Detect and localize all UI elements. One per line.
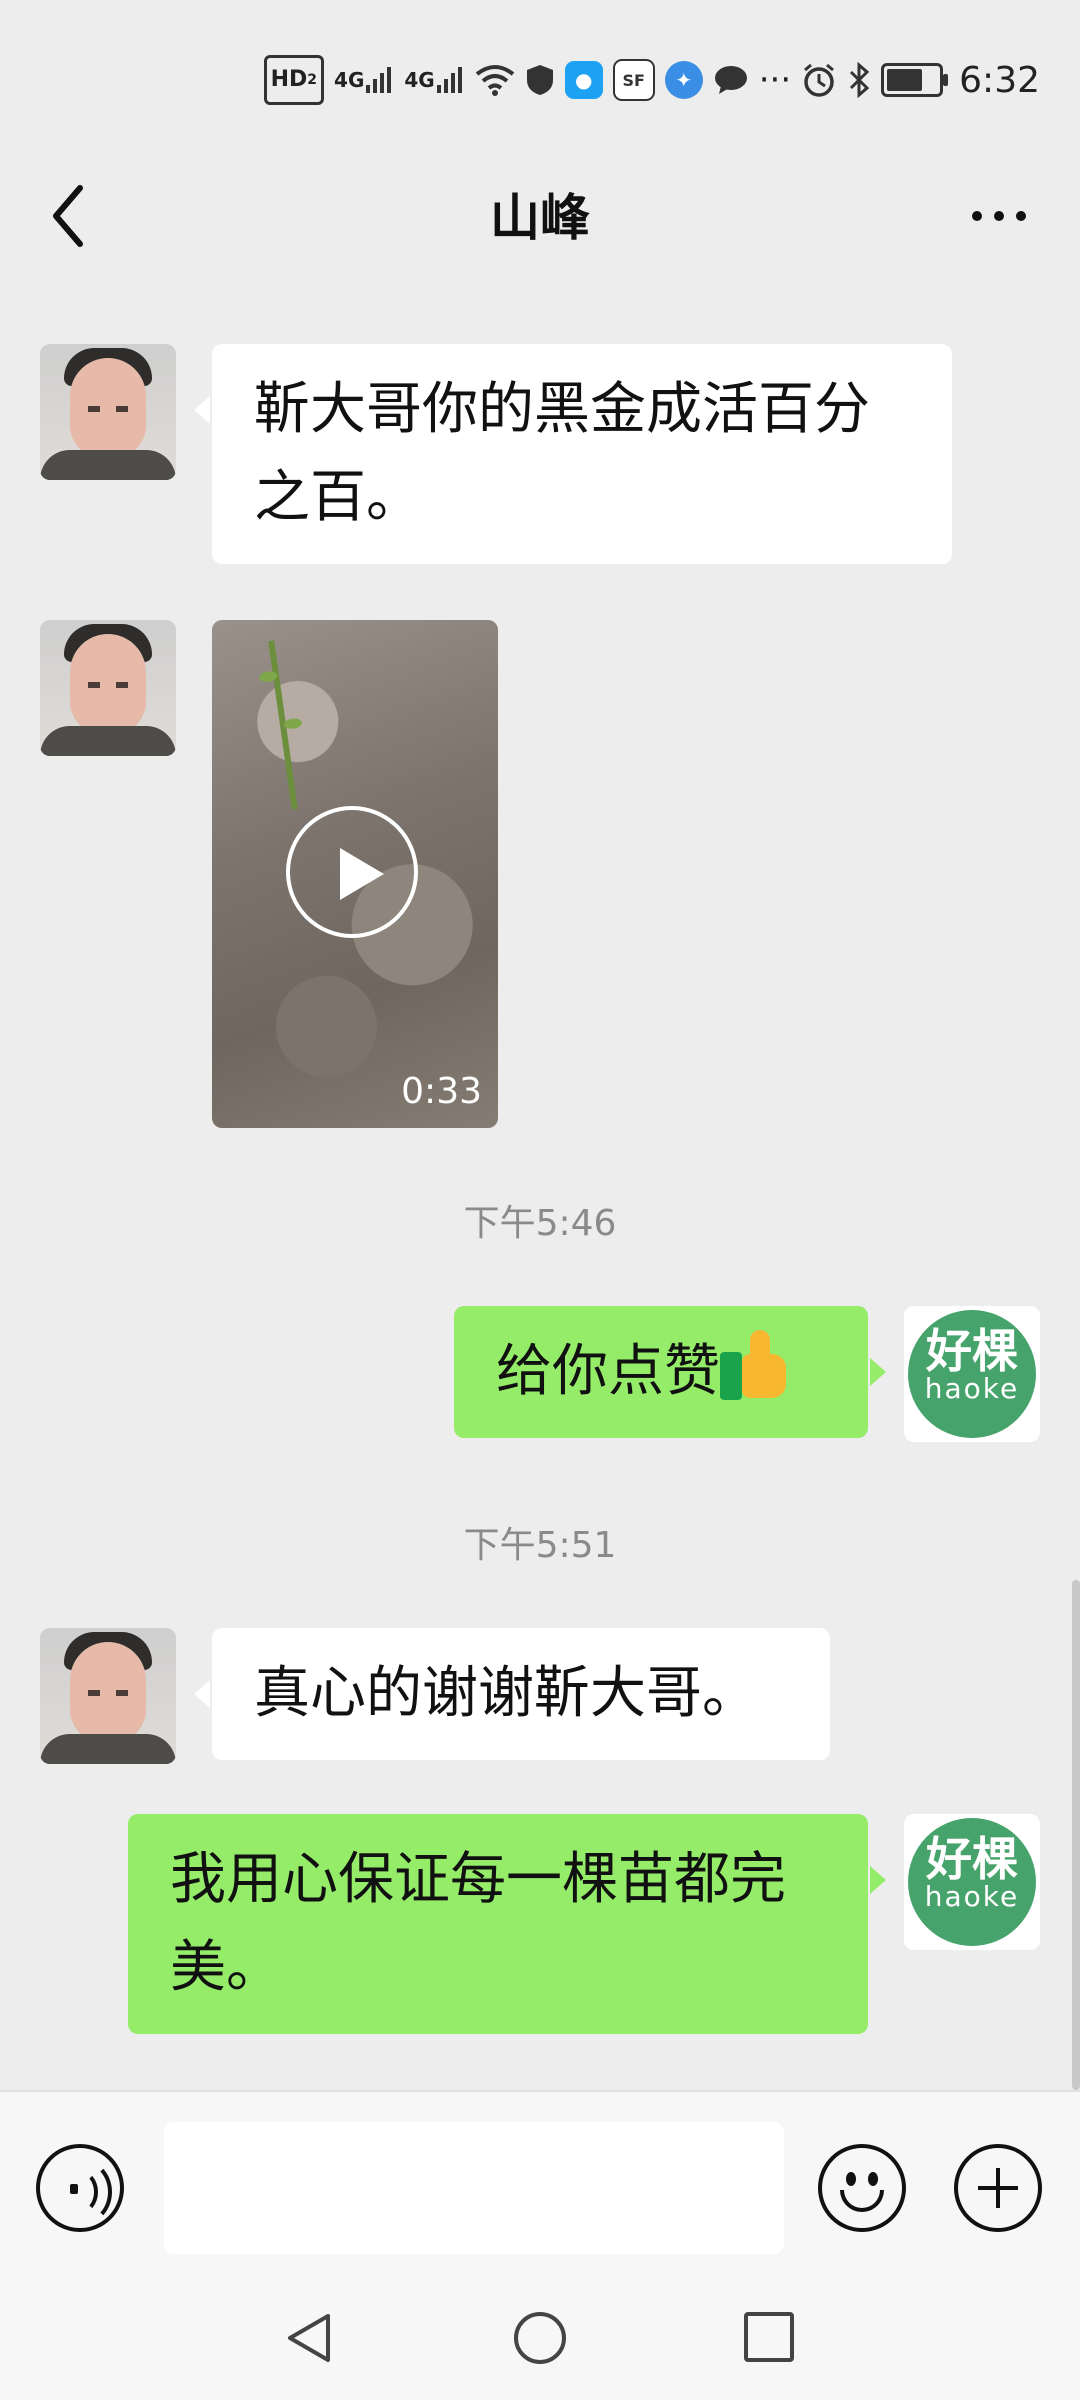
- sf-express-icon: SF: [612, 59, 655, 101]
- nav-recents-button[interactable]: [744, 2312, 794, 2362]
- alarm-icon: [801, 58, 837, 102]
- message-bubble[interactable]: 真心的谢谢靳大哥。: [194, 1628, 830, 1760]
- more-options-button[interactable]: [954, 176, 1044, 256]
- scrollbar[interactable]: [1072, 1580, 1080, 2090]
- contact-avatar[interactable]: [40, 620, 176, 756]
- dot-icon: [972, 211, 982, 221]
- browser-icon: ✦: [664, 61, 703, 99]
- nav-home-button[interactable]: [514, 2312, 566, 2364]
- message-input[interactable]: [164, 2122, 784, 2254]
- hd-icon: HD 2: [263, 55, 325, 105]
- message-bubble[interactable]: 靳大哥你的黑金成活百分之百。: [194, 344, 952, 564]
- wifi-icon: [475, 58, 515, 102]
- play-icon[interactable]: [286, 806, 418, 938]
- message-text: 给你点赞: [496, 1339, 720, 1404]
- message-timestamp: 下午5:51: [463, 1525, 617, 1566]
- message-bubble[interactable]: 给你点赞: [454, 1306, 886, 1438]
- dot-icon: [994, 211, 1004, 221]
- voice-input-button[interactable]: [36, 2144, 124, 2232]
- self-avatar[interactable]: 好棵 haoke: [904, 1814, 1040, 1950]
- input-bar: [0, 2090, 1080, 2280]
- contact-avatar[interactable]: [40, 1628, 176, 1764]
- dot-icon: [1016, 211, 1026, 221]
- chat-title: 山峰: [490, 189, 590, 247]
- chat-icon: [713, 58, 749, 102]
- message-timestamp: 下午5:46: [463, 1203, 617, 1244]
- system-nav-bar: [0, 2280, 1080, 2400]
- message-list[interactable]: 靳大哥你的黑金成活百分之百。 0:33 下午5:46 给你点赞 好棵 haoke…: [0, 280, 1080, 2090]
- smiley-icon: [846, 2172, 856, 2186]
- haoke-logo: 好棵 haoke: [908, 1818, 1036, 1946]
- status-bar: HD 2 4G 4G ● SF ✦ ··· 6:32: [0, 0, 1080, 150]
- more-actions-button[interactable]: [954, 2144, 1042, 2232]
- self-avatar[interactable]: 好棵 haoke: [904, 1306, 1040, 1442]
- lightbulb-app-icon: ●: [564, 61, 603, 99]
- video-duration: 0:33: [401, 1071, 482, 1112]
- chat-header: 山峰: [0, 150, 1080, 280]
- video-message[interactable]: 0:33: [212, 620, 498, 1128]
- shield-icon: [525, 58, 555, 102]
- thumbs-up-icon: [720, 1330, 790, 1400]
- emoji-button[interactable]: [818, 2144, 906, 2232]
- nav-back-button[interactable]: [282, 2310, 338, 2366]
- message-bubble[interactable]: 我用心保证每一棵苗都完美。: [128, 1814, 886, 2034]
- haoke-logo: 好棵 haoke: [908, 1310, 1036, 1438]
- plant-image: [268, 640, 298, 810]
- battery-level: [887, 69, 923, 91]
- triangle-back-icon: [288, 2314, 330, 2362]
- clock: 6:32: [959, 59, 1040, 101]
- bluetooth-icon: [847, 58, 871, 102]
- battery-icon: [881, 63, 949, 97]
- more-notifications-icon: ···: [758, 60, 792, 100]
- signal-icon: 4G: [334, 58, 394, 102]
- signal-icon: 4G: [404, 58, 464, 102]
- contact-avatar[interactable]: [40, 344, 176, 480]
- status-icons: HD 2 4G 4G ● SF ✦ ··· 6:32: [263, 52, 1040, 108]
